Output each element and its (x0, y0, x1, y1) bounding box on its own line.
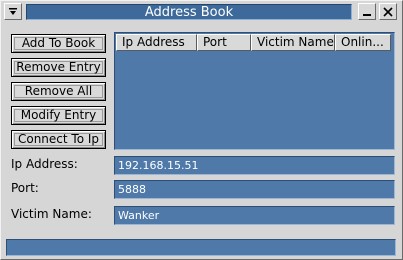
minimize-icon (363, 13, 371, 16)
victim-name-label: Victim Name: (11, 207, 92, 221)
remove-all-label: Remove All (24, 84, 93, 98)
port-label: Port: (11, 181, 39, 195)
ip-address-field[interactable]: 192.168.15.51 (114, 156, 395, 175)
close-button[interactable] (379, 3, 397, 20)
ip-address-label: Ip Address: (11, 157, 78, 171)
window-menu-button[interactable] (4, 3, 22, 20)
connect-to-ip-button[interactable]: Connect To Ip (11, 130, 106, 149)
modify-entry-label: Modify Entry (20, 108, 97, 122)
column-header-port[interactable]: Port (197, 34, 251, 51)
port-field[interactable]: 5888 (114, 180, 395, 199)
remove-all-button[interactable]: Remove All (11, 82, 106, 101)
window-title: Address Book (26, 4, 352, 20)
modify-entry-button[interactable]: Modify Entry (11, 106, 106, 125)
list-header: Ip Address Port Victim Name Onlin... (116, 34, 391, 51)
column-header-victim-name[interactable]: Victim Name (251, 34, 335, 51)
address-list[interactable]: Ip Address Port Victim Name Onlin... (114, 32, 395, 150)
column-header-online[interactable]: Onlin... (335, 34, 391, 51)
close-icon (383, 6, 393, 17)
dropdown-menu-icon (9, 7, 17, 15)
add-to-book-button[interactable]: Add To Book (11, 34, 106, 53)
add-to-book-label: Add To Book (21, 36, 96, 50)
remove-entry-label: Remove Entry (16, 60, 101, 74)
column-header-ip-address[interactable]: Ip Address (116, 34, 197, 51)
title-bar[interactable]: Address Book (3, 2, 401, 22)
status-bar (6, 239, 396, 256)
address-book-window: Address Book Add To Book Remove Entry Re… (0, 0, 403, 260)
victim-name-field[interactable]: Wanker (114, 206, 395, 225)
minimize-button[interactable] (358, 3, 376, 20)
remove-entry-button[interactable]: Remove Entry (11, 58, 106, 77)
connect-to-ip-label: Connect To Ip (17, 132, 100, 146)
